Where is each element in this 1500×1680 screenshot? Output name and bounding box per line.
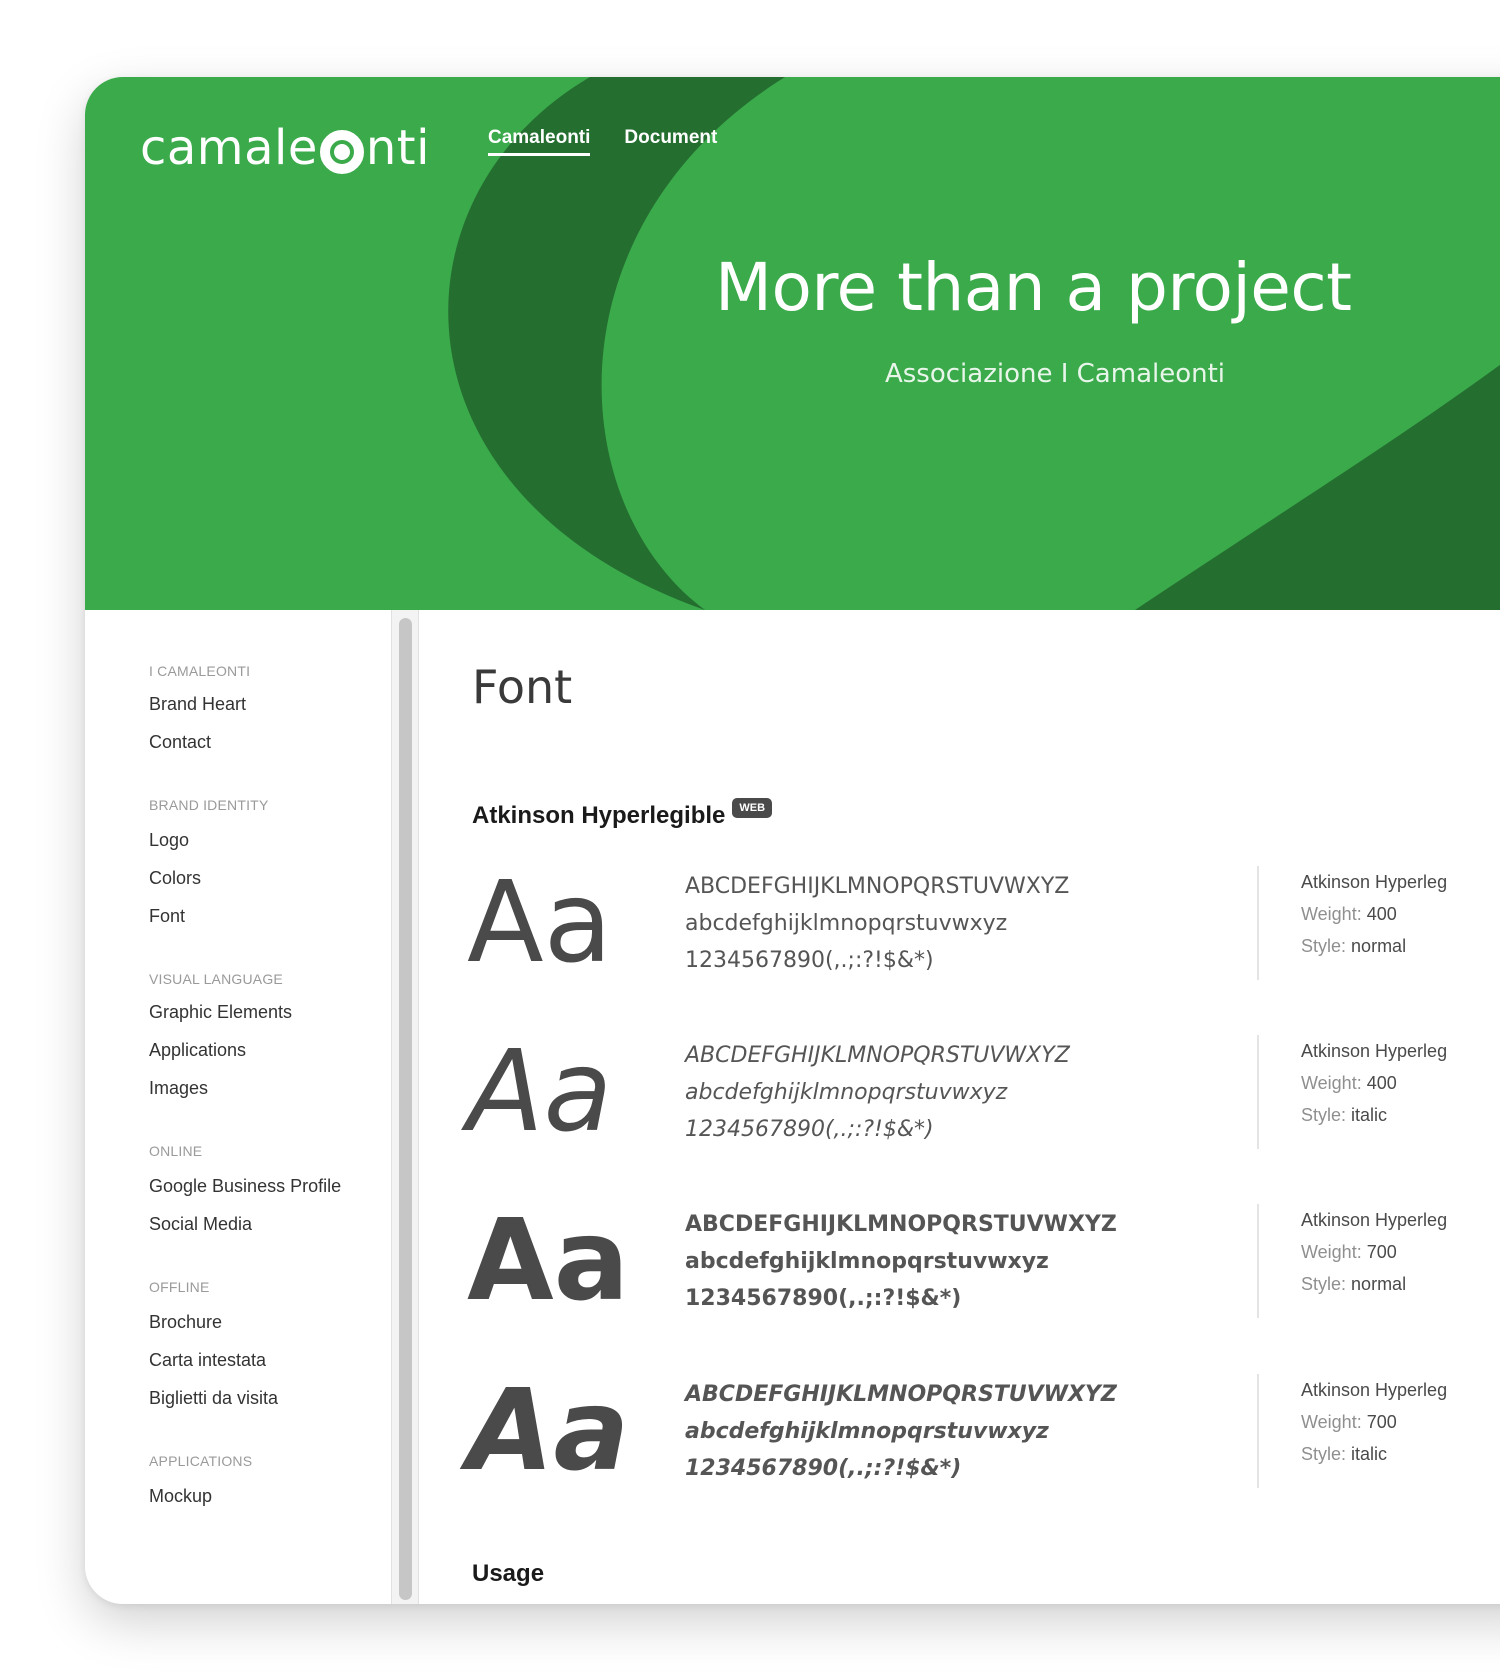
specimen-lowercase: abcdefghijklmnopqrstuvwxyz — [685, 911, 1008, 936]
sidebar-item-social-media[interactable]: Social Media — [149, 1205, 391, 1243]
camaleonti-logo[interactable]: camale nti — [140, 103, 430, 193]
specimen-meta-name: Atkinson Hyperleg — [1301, 1210, 1448, 1230]
weight-value: 700 — [1366, 1412, 1397, 1432]
hero-subtitle: Associazione I Camaleonti — [884, 359, 1226, 389]
specimen-meta: Atkinson Hyperleg Weight: 400 Style: ita… — [1301, 1035, 1447, 1131]
sidebar-heading: I CAMALEONTI — [149, 663, 251, 679]
specimen-uppercase: ABCDEFGHIJKLMNOPQRSTUVWXYZ — [685, 1212, 1117, 1237]
sidebar-item-logo[interactable]: Logo — [149, 821, 391, 859]
specimen-divider — [1257, 1204, 1259, 1318]
specimen-glyphs: ABCDEFGHIJKLMNOPQRSTUVWXYZ abcdefghijklm… — [685, 1376, 1117, 1487]
style-label: Style: — [1301, 1274, 1347, 1294]
specimen-meta: Atkinson Hyperleg Weight: 400 Style: nor… — [1301, 866, 1447, 962]
specimen-sample: Aa — [467, 1196, 630, 1326]
top-nav: Camaleonti Document — [488, 127, 717, 156]
specimen-meta: Atkinson Hyperleg Weight: 700 Style: ita… — [1301, 1374, 1447, 1470]
hero-banner: camale nti Camaleonti Document More than … — [85, 77, 1500, 610]
style-label: Style: — [1301, 1444, 1347, 1464]
weight-value: 700 — [1366, 1242, 1397, 1262]
sidebar-item-google-business-profile[interactable]: Google Business Profile — [149, 1167, 391, 1205]
sidebar-item-graphic-elements[interactable]: Graphic Elements — [149, 993, 391, 1031]
sidebar-heading: VISUAL LANGUAGE — [149, 971, 283, 987]
sidebar-group-offline: OFFLINE Brochure Carta intestata Bigliet… — [149, 1277, 391, 1417]
weight-label: Weight: — [1301, 1073, 1362, 1093]
sidebar-heading: OFFLINE — [149, 1279, 210, 1295]
specimen-uppercase: ABCDEFGHIJKLMNOPQRSTUVWXYZ — [685, 1382, 1117, 1407]
sidebar-item-brochure[interactable]: Brochure — [149, 1303, 391, 1341]
nav-camaleonti[interactable]: Camaleonti — [488, 127, 591, 156]
specimen-lowercase: abcdefghijklmnopqrstuvwxyz — [685, 1249, 1049, 1274]
hero-title: More than a project — [715, 249, 1352, 326]
sidebar-item-font[interactable]: Font — [149, 897, 391, 935]
font-specimen-bold-italic: Aa ABCDEFGHIJKLMNOPQRSTUVWXYZ abcdefghij… — [467, 1366, 1500, 1496]
specimen-glyphs: ABCDEFGHIJKLMNOPQRSTUVWXYZ abcdefghijklm… — [685, 1206, 1117, 1317]
usage-heading: Usage — [472, 1560, 545, 1587]
nav-document[interactable]: Document — [624, 127, 717, 156]
weight-label: Weight: — [1301, 904, 1362, 924]
specimen-uppercase: ABCDEFGHIJKLMNOPQRSTUVWXYZ — [685, 1043, 1070, 1068]
specimen-digits: 1234567890(,.;:?!$&*) — [685, 1456, 962, 1481]
sidebar-item-contact[interactable]: Contact — [149, 723, 391, 761]
weight-value: 400 — [1366, 1073, 1397, 1093]
specimen-digits: 1234567890(,.;:?!$&*) — [685, 1286, 962, 1311]
sidebar-heading: BRAND IDENTITY — [149, 797, 269, 813]
sidebar-item-applications[interactable]: Applications — [149, 1031, 391, 1069]
logo-text-right: nti — [365, 120, 430, 176]
specimen-divider — [1257, 1035, 1259, 1149]
specimen-digits: 1234567890(,.;:?!$&*) — [685, 948, 934, 973]
sidebar-item-carta-intestata[interactable]: Carta intestata — [149, 1341, 391, 1379]
sidebar-item-mockup[interactable]: Mockup — [149, 1477, 391, 1515]
sidebar-heading: APPLICATIONS — [149, 1453, 253, 1469]
sidebar-nav: I CAMALEONTI Brand Heart Contact BRAND I… — [85, 610, 391, 1604]
specimen-uppercase: ABCDEFGHIJKLMNOPQRSTUVWXYZ — [685, 874, 1070, 899]
style-value: italic — [1351, 1105, 1388, 1125]
weight-label: Weight: — [1301, 1412, 1362, 1432]
sidebar-group-applications: APPLICATIONS Mockup — [149, 1451, 391, 1515]
sidebar-heading: ONLINE — [149, 1143, 203, 1159]
sidebar-group-visual-language: VISUAL LANGUAGE Graphic Elements Applica… — [149, 969, 391, 1107]
sidebar-group-online: ONLINE Google Business Profile Social Me… — [149, 1141, 391, 1243]
specimen-sample: Aa — [467, 1366, 630, 1496]
specimen-divider — [1257, 1374, 1259, 1488]
font-specimen-regular: Aa ABCDEFGHIJKLMNOPQRSTUVWXYZ abcdefghij… — [467, 858, 1500, 988]
sidebar-item-images[interactable]: Images — [149, 1069, 391, 1107]
page-title: Font — [472, 660, 573, 714]
specimen-meta-name: Atkinson Hyperleg — [1301, 872, 1448, 892]
browser-window: camale nti Camaleonti Document More than … — [85, 77, 1500, 1604]
web-badge: WEB — [732, 798, 773, 818]
main-content: Font Atkinson Hyperlegible WEB Aa ABCDEF… — [419, 610, 1500, 1604]
specimen-sample: Aa — [467, 1027, 613, 1157]
weight-label: Weight: — [1301, 1242, 1362, 1262]
specimen-lowercase: abcdefghijklmnopqrstuvwxyz — [685, 1080, 1008, 1105]
sidebar-item-colors[interactable]: Colors — [149, 859, 391, 897]
specimen-sample: Aa — [467, 858, 613, 988]
specimen-lowercase: abcdefghijklmnopqrstuvwxyz — [685, 1419, 1049, 1444]
specimen-glyphs: ABCDEFGHIJKLMNOPQRSTUVWXYZ abcdefghijklm… — [685, 868, 1069, 979]
style-value: normal — [1351, 936, 1407, 956]
style-label: Style: — [1301, 936, 1347, 956]
sidebar-item-brand-heart[interactable]: Brand Heart — [149, 685, 391, 723]
specimen-meta-name: Atkinson Hyperleg — [1301, 1380, 1448, 1400]
font-family-heading: Atkinson Hyperlegible WEB — [472, 798, 773, 830]
sidebar-item-biglietti-da-visita[interactable]: Biglietti da visita — [149, 1379, 391, 1417]
specimen-digits: 1234567890(,.;:?!$&*) — [685, 1117, 934, 1142]
font-specimen-italic: Aa ABCDEFGHIJKLMNOPQRSTUVWXYZ abcdefghij… — [467, 1027, 1500, 1157]
specimen-glyphs: ABCDEFGHIJKLMNOPQRSTUVWXYZ abcdefghijklm… — [685, 1037, 1070, 1148]
sidebar-group-brand-identity: BRAND IDENTITY Logo Colors Font — [149, 795, 391, 935]
style-value: italic — [1351, 1444, 1388, 1464]
sidebar-scrollbar[interactable] — [391, 610, 419, 1604]
logo-ring-icon — [319, 130, 364, 174]
weight-value: 400 — [1366, 904, 1397, 924]
specimen-meta-name: Atkinson Hyperleg — [1301, 1041, 1448, 1061]
specimen-meta: Atkinson Hyperleg Weight: 700 Style: nor… — [1301, 1204, 1447, 1300]
scrollbar-thumb[interactable] — [399, 618, 412, 1600]
font-family-name: Atkinson Hyperlegible — [472, 802, 726, 829]
logo-text-left: camale — [140, 120, 318, 176]
font-specimen-bold: Aa ABCDEFGHIJKLMNOPQRSTUVWXYZ abcdefghij… — [467, 1196, 1500, 1326]
sidebar-group-i-camaleonti: I CAMALEONTI Brand Heart Contact — [149, 661, 391, 761]
style-value: normal — [1351, 1274, 1407, 1294]
style-label: Style: — [1301, 1105, 1347, 1125]
specimen-divider — [1257, 866, 1259, 980]
